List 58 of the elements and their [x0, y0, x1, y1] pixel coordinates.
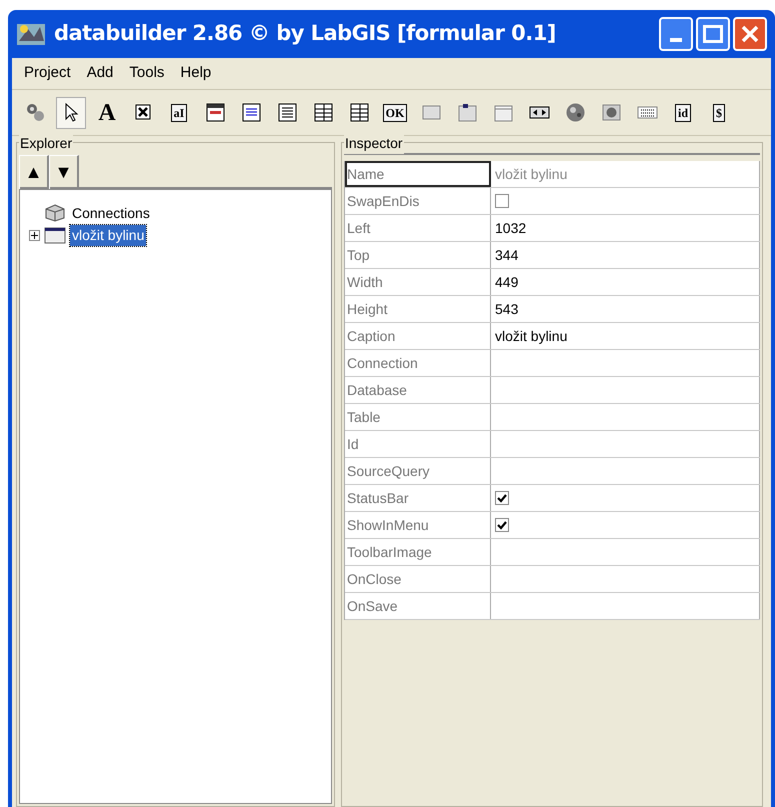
property-name: Width — [345, 269, 491, 295]
property-name: Top — [345, 242, 491, 268]
cube-icon — [44, 204, 66, 222]
property-name: OnSave — [345, 593, 491, 619]
menu-item[interactable]: Help — [180, 62, 212, 85]
property-name: ToolbarImage — [345, 539, 491, 565]
checkbox[interactable] — [495, 491, 509, 505]
property-name: StatusBar — [345, 485, 491, 511]
property-name: Connection — [345, 350, 491, 376]
property-value: 1032 — [495, 218, 526, 238]
tree-item[interactable]: vložit bylinu — [70, 224, 146, 246]
maximize-icon — [703, 25, 723, 43]
tool-button[interactable]: OK — [380, 96, 410, 128]
minimize-button[interactable] — [659, 17, 693, 51]
property-name: OnClose — [345, 566, 491, 592]
property-name: ShowInMenu — [345, 512, 491, 538]
tool-button[interactable]: id — [668, 96, 698, 128]
checkbox[interactable] — [495, 518, 509, 532]
close-button[interactable] — [733, 17, 767, 51]
globe-icon — [564, 101, 586, 124]
window-icon — [44, 226, 66, 244]
close-icon — [741, 25, 759, 43]
tool-button[interactable]: A — [92, 96, 122, 128]
list-icon — [276, 101, 298, 124]
tool-button[interactable]: aI — [164, 96, 194, 128]
property-value: 344 — [495, 246, 518, 264]
panel-title: Inspector — [344, 133, 404, 154]
grid-icon — [348, 101, 370, 124]
property-name: Database — [345, 377, 491, 403]
property-name: Height — [345, 296, 491, 322]
grid-icon — [312, 101, 334, 124]
property-name: Id — [345, 431, 491, 457]
app-icon — [16, 21, 46, 47]
tool-button[interactable]: $ — [704, 96, 734, 128]
property-value: vložit bylinu — [495, 164, 568, 184]
checkbox[interactable] — [495, 194, 509, 208]
panel-title: Explorer — [19, 133, 74, 154]
maximize-button[interactable] — [696, 17, 730, 51]
menu-item[interactable]: Add — [86, 62, 114, 85]
property-name: Left — [345, 215, 491, 241]
memo-icon — [240, 101, 262, 124]
property-value: 543 — [495, 300, 518, 318]
property-name: SourceQuery — [345, 458, 491, 484]
expander-icon[interactable] — [28, 230, 40, 240]
window-title: databuilder 2.86 © by LabGIS [formular 0.1] — [54, 20, 556, 48]
property-name: Name — [345, 161, 491, 187]
property-name: SwapEnDis — [345, 188, 491, 214]
menu-item[interactable]: Tools — [129, 62, 164, 85]
tree-item[interactable]: Connections — [70, 202, 152, 224]
property-name: Caption — [345, 323, 491, 349]
property-name: Table — [345, 404, 491, 430]
property-value: 449 — [495, 272, 518, 292]
tool-button[interactable] — [56, 96, 86, 128]
form-icon — [204, 101, 226, 124]
property-value: vložit bylinu — [495, 326, 568, 346]
minimize-icon — [670, 38, 682, 42]
tab-icon — [456, 101, 478, 124]
menu-item[interactable]: Project — [24, 62, 71, 85]
